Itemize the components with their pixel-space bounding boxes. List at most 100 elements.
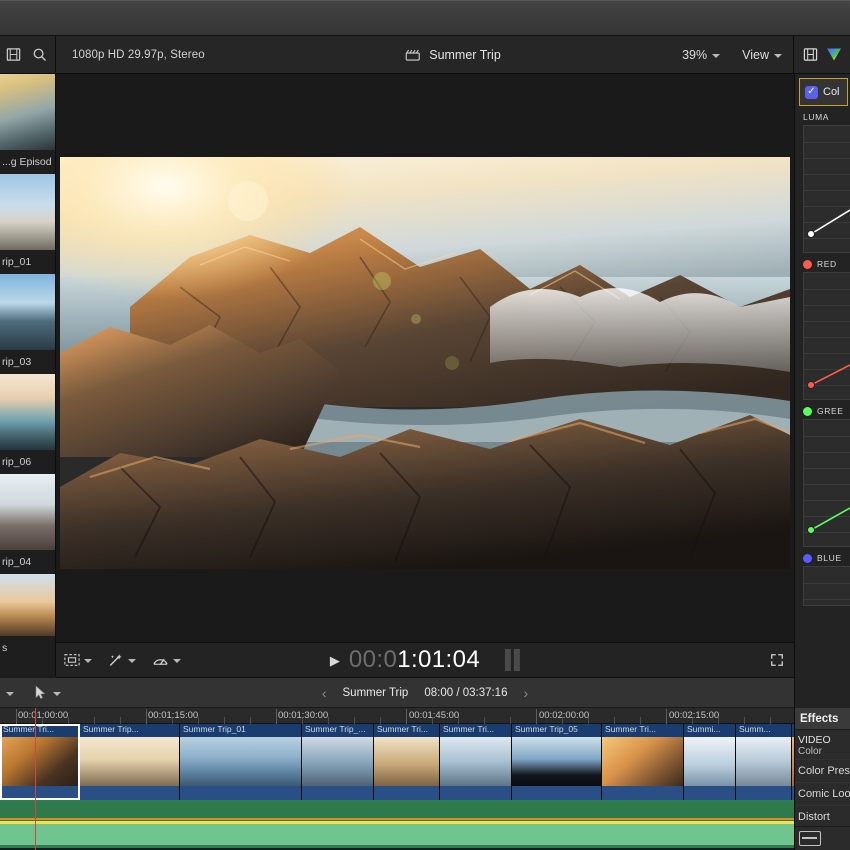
timeline-clip[interactable]: Summer Tri...: [440, 724, 512, 800]
effects-category[interactable]: VIDEO: [795, 730, 850, 746]
transform-icon[interactable]: [64, 653, 80, 667]
blue-curve-graph[interactable]: [803, 566, 850, 606]
search-icon[interactable]: [26, 36, 52, 74]
chevron-down-icon[interactable]: [128, 659, 136, 663]
clip-thumbnail: [684, 737, 735, 786]
event-browser[interactable]: ...g Episod rip_01 rip_03 rip_06 rip_04 …: [0, 74, 56, 676]
timeline-clip[interactable]: Summer Trip...: [80, 724, 180, 800]
luma-curve-label: LUMA: [803, 112, 830, 122]
zoom-level-button[interactable]: 39%: [671, 36, 731, 73]
curve-control-point[interactable]: [807, 381, 815, 389]
viewer-timecode[interactable]: ▶ 00:01:01:04: [330, 646, 521, 674]
effect-item[interactable]: Distort: [795, 805, 850, 828]
browser-clip-item[interactable]: rip_06: [0, 374, 55, 474]
toolbar-panel-toggles: [794, 36, 850, 73]
enhance-tool-group[interactable]: [100, 653, 144, 668]
play-triangle-icon[interactable]: ▶: [330, 654, 340, 667]
effects-subcategory[interactable]: Color: [795, 746, 850, 759]
timeline-panel[interactable]: 00:01:00:00 00:01:15:00 00:01:30:00 00:0…: [0, 708, 794, 850]
audio-track[interactable]: [0, 800, 794, 848]
fullscreen-button[interactable]: [770, 653, 784, 667]
expand-arrows-icon: [771, 654, 783, 666]
chevron-down-icon[interactable]: [173, 659, 181, 663]
transform-tool-group[interactable]: [56, 653, 100, 667]
timeline-clip[interactable]: Summer Tri...: [374, 724, 440, 800]
browser-clip-label: rip_06: [0, 450, 55, 474]
curve-control-point[interactable]: [807, 526, 815, 534]
chevron-right-icon[interactable]: ›: [523, 685, 528, 701]
filmstrip-icon[interactable]: [0, 36, 26, 74]
browser-clip-item[interactable]: ...g Episod: [0, 74, 55, 174]
red-curve-block[interactable]: RED: [795, 253, 850, 400]
browser-clip-item[interactable]: rip_03: [0, 274, 55, 374]
arrow-cursor-icon[interactable]: [34, 685, 47, 700]
luma-curve-block[interactable]: LUMA: [795, 106, 850, 253]
zoom-level-label: 39%: [682, 47, 708, 62]
magic-wand-icon[interactable]: [108, 653, 124, 668]
luma-curve-graph[interactable]: [803, 125, 850, 253]
clip-thumbnail: [374, 737, 439, 786]
video-track[interactable]: Summer Tri... Summer Trip... Summer Trip…: [0, 724, 794, 800]
clip-thumbnail: [0, 74, 55, 150]
curve-title: GREE: [803, 406, 850, 416]
green-curve-graph[interactable]: [803, 419, 850, 547]
timeline-clip[interactable]: Summi...: [684, 724, 736, 800]
timeline-clip[interactable]: Summer Trip_05: [512, 724, 602, 800]
blue-curve-block[interactable]: BLUE: [795, 547, 850, 606]
red-channel-dot: [803, 259, 812, 269]
clip-thumbnail: [0, 274, 55, 350]
clip-thumbnail: [0, 574, 55, 636]
retime-tool-group[interactable]: [144, 653, 189, 668]
chevron-down-icon: [774, 53, 782, 58]
timeline-clip[interactable]: Summer Tri...: [0, 724, 80, 800]
timeline-tools: [0, 685, 61, 700]
checkmark-icon: ✓: [807, 86, 816, 97]
effect-item[interactable]: Comic Loo: [795, 782, 850, 805]
timeline-clip[interactable]: Summer Trip_01: [180, 724, 302, 800]
timeline-project-name: Summer Trip: [342, 686, 409, 699]
playhead[interactable]: [35, 708, 36, 850]
timeline-clip[interactable]: Summ...: [736, 724, 792, 800]
browser-clip-item[interactable]: s: [0, 574, 55, 660]
viewer-video-frame: [60, 157, 790, 569]
effects-footer: [795, 826, 850, 850]
timeline-ruler[interactable]: 00:01:00:00 00:01:15:00 00:01:30:00 00:0…: [0, 708, 794, 724]
color-board-icon[interactable]: [826, 47, 842, 62]
toolbar-right-group: 39% View: [671, 35, 850, 74]
clip-thumbnail: [302, 737, 373, 786]
curve-control-point[interactable]: [807, 230, 815, 238]
enable-checkbox[interactable]: ✓: [805, 85, 818, 99]
color-effect-header[interactable]: ✓ Col: [799, 78, 848, 106]
browser-clip-item[interactable]: rip_04: [0, 474, 55, 574]
clip-audio-strip: [0, 786, 79, 800]
green-curve-block[interactable]: GREE: [795, 400, 850, 547]
view-menu-label: View: [742, 47, 769, 62]
view-menu-button[interactable]: View: [731, 36, 793, 73]
chevron-down-icon[interactable]: [6, 691, 14, 696]
curve-title: RED: [803, 259, 850, 269]
clip-label: Summer Trip_...: [302, 724, 373, 737]
chevron-down-icon[interactable]: [84, 659, 92, 663]
effects-browser[interactable]: Effects VIDEO Color Color Pres Comic Loo…: [794, 708, 850, 850]
clip-thumbnail: [0, 174, 55, 250]
color-inspector[interactable]: ✓ Col LUMA RED GREE BLUE: [794, 74, 850, 708]
filmstrip-panel-icon[interactable]: [803, 47, 818, 62]
red-curve-label: RED: [817, 259, 837, 269]
timeline-clip[interactable]: Summer Tri...: [602, 724, 684, 800]
red-curve-graph[interactable]: [803, 272, 850, 400]
clip-thumbnail: [512, 737, 601, 786]
ruler-label: 00:01:30:00: [278, 710, 329, 721]
chevron-down-icon[interactable]: [53, 691, 61, 696]
ruler-label: 00:02:00:00: [539, 710, 590, 721]
ruler-label: 00:02:15:00: [669, 710, 720, 721]
curve-title: BLUE: [803, 553, 850, 563]
timeline-project-readout: ‹ Summer Trip 08:00 / 03:37:16 ›: [322, 685, 528, 701]
timeline-clip[interactable]: Summer Trip_...: [302, 724, 374, 800]
clip-audio-strip: [512, 786, 601, 800]
effect-item[interactable]: Color Pres: [795, 759, 850, 782]
blue-channel-dot: [803, 553, 812, 563]
effects-browser-icon[interactable]: [799, 831, 821, 846]
chevron-left-icon[interactable]: ‹: [322, 685, 327, 701]
speedometer-icon[interactable]: [152, 653, 169, 668]
browser-clip-item[interactable]: rip_01: [0, 174, 55, 274]
